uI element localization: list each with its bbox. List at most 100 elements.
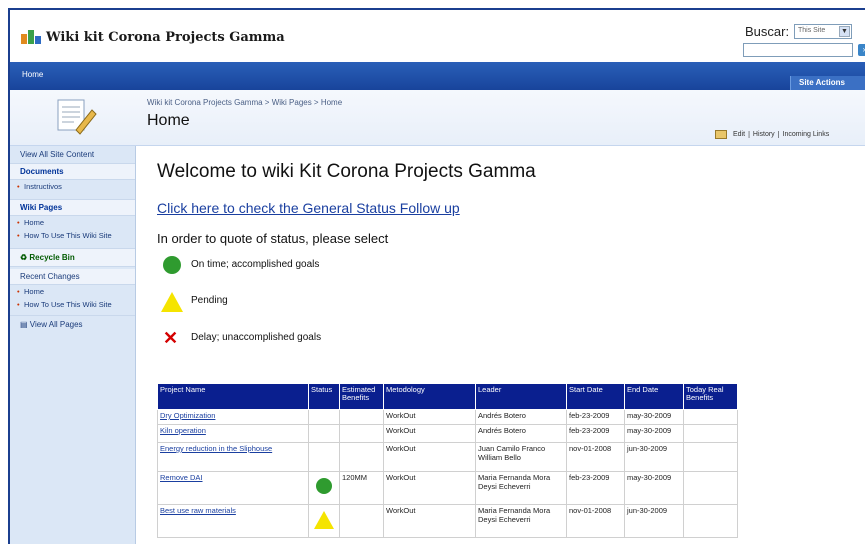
search-scope-select[interactable]: This Site ▼ bbox=[794, 24, 852, 39]
yellow-triangle-icon bbox=[314, 511, 334, 529]
page-title: Home bbox=[147, 112, 190, 129]
col-estimated-benefits[interactable]: Estimated Benefits bbox=[339, 383, 384, 410]
project-cell[interactable]: Remove DAI bbox=[157, 471, 309, 505]
col-start-date[interactable]: Start Date bbox=[566, 383, 625, 410]
instruction-text: In order to quote of status, please sele… bbox=[157, 231, 389, 246]
real-benefits-cell bbox=[683, 442, 738, 472]
recycle-bin-link[interactable]: ♻ Recycle Bin bbox=[10, 248, 135, 267]
incoming-links-link[interactable]: Incoming Links bbox=[783, 131, 830, 138]
project-link[interactable]: Kiln operation bbox=[160, 426, 206, 435]
status-cell bbox=[308, 471, 340, 505]
col-methodology[interactable]: Metodology bbox=[383, 383, 476, 410]
start-date-cell: feb-23-2009 bbox=[566, 424, 625, 443]
real-benefits-cell bbox=[683, 471, 738, 505]
recent-item-home[interactable]: Home bbox=[10, 285, 135, 298]
yellow-triangle-icon bbox=[161, 292, 183, 312]
benefits-cell bbox=[339, 409, 384, 425]
table-row: Energy reduction in the Sliphouse WorkOu… bbox=[157, 442, 738, 472]
view-all-pages-label: View All Pages bbox=[29, 320, 83, 329]
red-x-icon: ✕ bbox=[163, 328, 179, 348]
project-link[interactable]: Dry Optimization bbox=[160, 411, 215, 420]
real-benefits-cell bbox=[683, 409, 738, 425]
end-date-cell: jun-30-2009 bbox=[624, 442, 684, 472]
col-status[interactable]: Status bbox=[308, 383, 340, 410]
site-logo-icon bbox=[21, 30, 41, 44]
table-header-row: Project Name Status Estimated Benefits M… bbox=[157, 383, 738, 410]
col-today-real-benefits[interactable]: Today Real Benefits bbox=[683, 383, 738, 410]
methodology-cell: WorkOut bbox=[383, 471, 476, 505]
legend-on-time: On time; accomplished goals bbox=[163, 256, 319, 274]
site-header: Wiki kit Corona Projects Gamma Buscar: T… bbox=[10, 10, 865, 60]
project-link[interactable]: Remove DAI bbox=[160, 473, 203, 482]
end-date-cell: may-30-2009 bbox=[624, 471, 684, 505]
recycle-bin-icon: ♻ bbox=[20, 253, 30, 262]
site-title[interactable]: Wiki kit Corona Projects Gamma bbox=[46, 30, 285, 45]
project-cell[interactable]: Dry Optimization bbox=[157, 409, 309, 425]
recent-item-how-to-use[interactable]: How To Use This Wiki Site bbox=[10, 298, 135, 311]
real-benefits-cell bbox=[683, 504, 738, 538]
general-status-link[interactable]: Click here to check the General Status F… bbox=[157, 200, 460, 216]
project-link[interactable]: Energy reduction in the Sliphouse bbox=[160, 444, 272, 453]
legend-pending: Pending bbox=[161, 292, 228, 312]
col-project-name[interactable]: Project Name bbox=[157, 383, 309, 410]
benefits-cell bbox=[339, 442, 384, 472]
site-actions-label: Site Actions bbox=[799, 78, 845, 87]
project-link[interactable]: Best use raw materials bbox=[160, 506, 236, 515]
legend-delay-label: Delay; unaccomplished goals bbox=[191, 332, 322, 343]
start-date-cell: nov-01-2008 bbox=[566, 442, 625, 472]
benefits-cell: 120MM bbox=[339, 471, 384, 505]
edit-icon[interactable] bbox=[715, 130, 727, 139]
project-cell[interactable]: Energy reduction in the Sliphouse bbox=[157, 442, 309, 472]
site-actions-button[interactable]: Site Actions bbox=[790, 76, 865, 90]
leader-cell: Maria Fernanda Mora Deysi Echeverri bbox=[475, 504, 567, 538]
methodology-cell: WorkOut bbox=[383, 442, 476, 472]
green-circle-icon bbox=[316, 478, 332, 494]
sidebar-item-home[interactable]: Home bbox=[10, 216, 135, 229]
quick-launch: View All Site Content Documents Instruct… bbox=[10, 146, 136, 544]
edit-link[interactable]: Edit bbox=[733, 131, 745, 138]
leader-cell: Maria Fernanda Mora Deysi Echeverri bbox=[475, 471, 567, 505]
tab-home[interactable]: Home bbox=[22, 70, 43, 79]
table-row: Remove DAI 120MM WorkOut Maria Fernanda … bbox=[157, 471, 738, 505]
chevron-down-icon: ▼ bbox=[839, 26, 850, 37]
search-input[interactable] bbox=[743, 43, 853, 57]
start-date-cell: nov-01-2008 bbox=[566, 504, 625, 538]
legend-delay: ✕ Delay; unaccomplished goals bbox=[163, 328, 321, 348]
view-all-site-content-link[interactable]: View All Site Content bbox=[10, 146, 135, 161]
recent-changes-heading: Recent Changes bbox=[10, 269, 135, 285]
col-leader[interactable]: Leader bbox=[475, 383, 567, 410]
end-date-cell: may-30-2009 bbox=[624, 409, 684, 425]
status-cell bbox=[308, 504, 340, 538]
green-circle-icon bbox=[163, 256, 181, 274]
legend-pending-label: Pending bbox=[191, 295, 228, 306]
page-tools: Edit | History | Incoming Links bbox=[712, 130, 832, 144]
start-date-cell: feb-23-2009 bbox=[566, 471, 625, 505]
status-cell bbox=[308, 442, 340, 472]
wiki-page-icon bbox=[57, 99, 97, 135]
status-cell bbox=[308, 409, 340, 425]
documents-heading[interactable]: Documents bbox=[10, 163, 135, 180]
view-all-pages-link[interactable]: ▤ View All Pages bbox=[10, 315, 135, 333]
breadcrumb[interactable]: Wiki kit Corona Projects Gamma > Wiki Pa… bbox=[147, 98, 342, 107]
project-cell[interactable]: Best use raw materials bbox=[157, 504, 309, 538]
methodology-cell: WorkOut bbox=[383, 409, 476, 425]
history-link[interactable]: History bbox=[753, 131, 775, 138]
main-content: Welcome to wiki Kit Corona Projects Gamm… bbox=[146, 146, 865, 544]
legend-on-time-label: On time; accomplished goals bbox=[191, 259, 320, 270]
top-navigation: Home Site Actions bbox=[10, 62, 865, 90]
welcome-heading: Welcome to wiki Kit Corona Projects Gamm… bbox=[157, 161, 536, 182]
project-cell[interactable]: Kiln operation bbox=[157, 424, 309, 443]
sidebar-item-how-to-use[interactable]: How To Use This Wiki Site bbox=[10, 229, 135, 242]
search-go-icon[interactable]: › bbox=[858, 44, 865, 56]
leader-cell: Andrés Botero bbox=[475, 409, 567, 425]
wiki-pages-heading[interactable]: Wiki Pages bbox=[10, 199, 135, 216]
table-row: Best use raw materials WorkOut Maria Fer… bbox=[157, 504, 738, 538]
table-row: Kiln operation WorkOut Andrés Botero feb… bbox=[157, 424, 738, 443]
end-date-cell: jun-30-2009 bbox=[624, 504, 684, 538]
search-scope-value: This Site bbox=[798, 27, 826, 34]
methodology-cell: WorkOut bbox=[383, 424, 476, 443]
end-date-cell: may-30-2009 bbox=[624, 424, 684, 443]
col-end-date[interactable]: End Date bbox=[624, 383, 684, 410]
title-area: Wiki kit Corona Projects Gamma > Wiki Pa… bbox=[10, 90, 865, 146]
sidebar-item-instructivos[interactable]: Instructivos bbox=[10, 180, 135, 193]
